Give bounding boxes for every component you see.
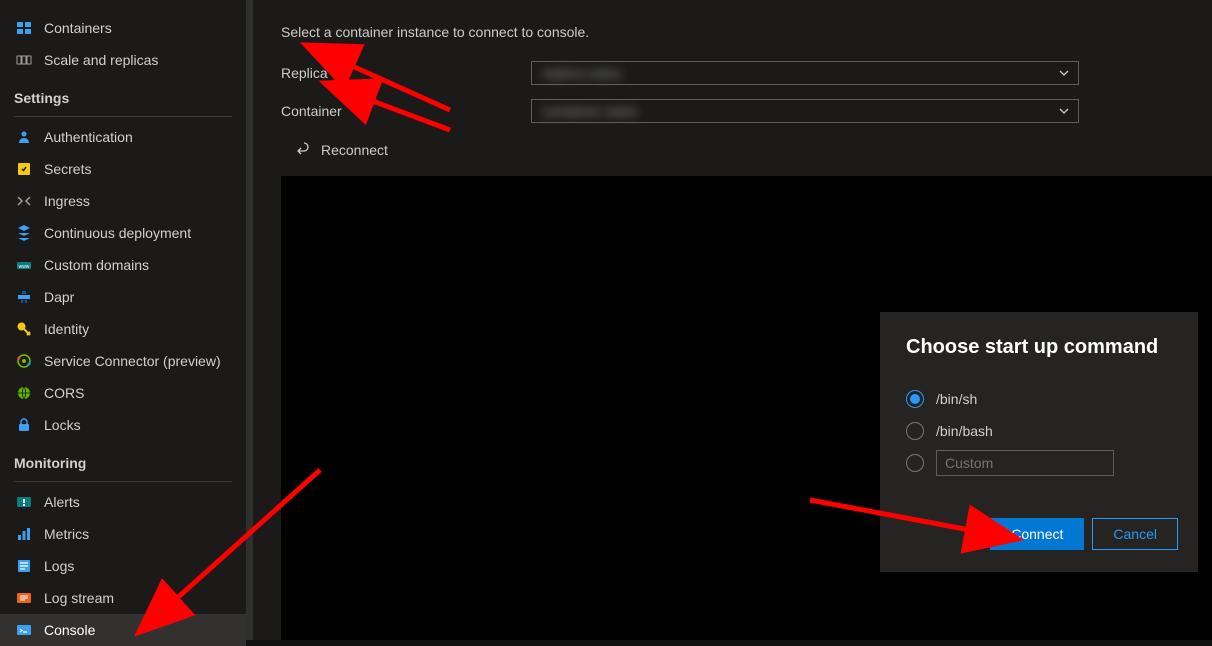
logs-icon (16, 558, 32, 574)
radio-icon (906, 454, 924, 472)
sidebar-item-identity[interactable]: Identity (0, 313, 246, 345)
sidebar-item-label: Service Connector (preview) (44, 353, 221, 369)
sidebar-group-settings: Settings (0, 76, 246, 112)
service-connector-icon (16, 353, 32, 369)
sidebar-item-authentication[interactable]: Authentication (0, 121, 246, 153)
replica-dropdown[interactable]: replica-value (531, 61, 1079, 85)
sidebar-item-alerts[interactable]: Alerts (0, 486, 246, 518)
divider (14, 481, 232, 482)
sidebar-item-label: Containers (44, 20, 112, 36)
container-label: Container (281, 103, 531, 119)
sidebar-item-console[interactable]: Console (0, 614, 246, 646)
sidebar-item-label: Scale and replicas (44, 52, 158, 68)
sidebar-content: Containers Scale and replicas Settings A… (0, 0, 246, 646)
sidebar-item-logs[interactable]: Logs (0, 550, 246, 582)
sidebar-item-label: Locks (44, 417, 81, 433)
reconnect-button[interactable]: Reconnect (253, 130, 1212, 170)
sidebar-group-monitoring: Monitoring (0, 441, 246, 477)
sidebar-item-ingress[interactable]: Ingress (0, 185, 246, 217)
reconnect-label: Reconnect (321, 142, 388, 158)
cors-icon (16, 385, 32, 401)
radio-option-bin-sh[interactable]: /bin/sh (906, 383, 1176, 415)
ingress-icon (16, 193, 32, 209)
sidebar-item-label: Authentication (44, 129, 133, 145)
deployment-icon (16, 225, 32, 241)
description-text: Select a container instance to connect t… (253, 18, 1212, 54)
sidebar-scrollbar[interactable] (246, 0, 253, 640)
chevron-down-icon (1058, 105, 1070, 117)
radio-option-custom[interactable] (906, 447, 1176, 479)
console-icon (16, 622, 32, 638)
sidebar-item-label: Dapr (44, 289, 74, 305)
logstream-icon (16, 590, 32, 606)
sidebar-item-label: Console (44, 622, 95, 638)
divider (14, 116, 232, 117)
containers-icon (16, 20, 32, 36)
sidebar-item-log-stream[interactable]: Log stream (0, 582, 246, 614)
radio-label: /bin/bash (936, 423, 993, 439)
identity-icon (16, 321, 32, 337)
dapr-icon (16, 289, 32, 305)
cancel-button[interactable]: Cancel (1092, 518, 1178, 550)
alerts-icon (16, 494, 32, 510)
replica-value: replica-value (542, 65, 621, 81)
modal-title: Choose start up command (906, 336, 1176, 359)
container-dropdown[interactable]: container-value (531, 99, 1079, 123)
sidebar-item-label: Log stream (44, 590, 114, 606)
sidebar-item-custom-domains[interactable]: www Custom domains (0, 249, 246, 281)
radio-option-bin-bash[interactable]: /bin/bash (906, 415, 1176, 447)
sidebar-item-label: Alerts (44, 494, 80, 510)
lock-icon (16, 417, 32, 433)
secrets-icon (16, 161, 32, 177)
container-value: container-value (542, 103, 638, 119)
connect-button[interactable]: Connect (990, 518, 1084, 550)
auth-icon (16, 129, 32, 145)
sidebar-item-service-connector[interactable]: Service Connector (preview) (0, 345, 246, 377)
svg-text:www: www (19, 264, 30, 270)
replica-row: Replica replica-value (253, 54, 1212, 92)
sidebar-item-label: Identity (44, 321, 89, 337)
modal-buttons: Connect Cancel (990, 518, 1178, 550)
sidebar-item-scale[interactable]: Scale and replicas (0, 44, 246, 76)
chevron-down-icon (1058, 67, 1070, 79)
sidebar-item-label: Secrets (44, 161, 91, 177)
sidebar-item-locks[interactable]: Locks (0, 409, 246, 441)
custom-command-input[interactable] (936, 450, 1114, 476)
reconnect-icon (295, 142, 311, 158)
sidebar: Containers Scale and replicas Settings A… (0, 0, 253, 640)
domains-icon: www (16, 257, 32, 273)
radio-label: /bin/sh (936, 391, 977, 407)
scale-icon (16, 52, 32, 68)
sidebar-item-continuous-deployment[interactable]: Continuous deployment (0, 217, 246, 249)
sidebar-item-dapr[interactable]: Dapr (0, 281, 246, 313)
sidebar-item-label: Logs (44, 558, 74, 574)
radio-icon (906, 422, 924, 440)
sidebar-item-label: Custom domains (44, 257, 149, 273)
sidebar-item-containers[interactable]: Containers (0, 12, 246, 44)
sidebar-item-label: Metrics (44, 526, 89, 542)
startup-command-modal: Choose start up command /bin/sh /bin/bas… (880, 312, 1198, 572)
sidebar-item-label: CORS (44, 385, 84, 401)
sidebar-item-secrets[interactable]: Secrets (0, 153, 246, 185)
replica-label: Replica (281, 65, 531, 81)
sidebar-item-metrics[interactable]: Metrics (0, 518, 246, 550)
radio-icon (906, 390, 924, 408)
sidebar-item-label: Ingress (44, 193, 90, 209)
sidebar-item-cors[interactable]: CORS (0, 377, 246, 409)
metrics-icon (16, 526, 32, 542)
container-row: Container container-value (253, 92, 1212, 130)
sidebar-item-label: Continuous deployment (44, 225, 191, 241)
